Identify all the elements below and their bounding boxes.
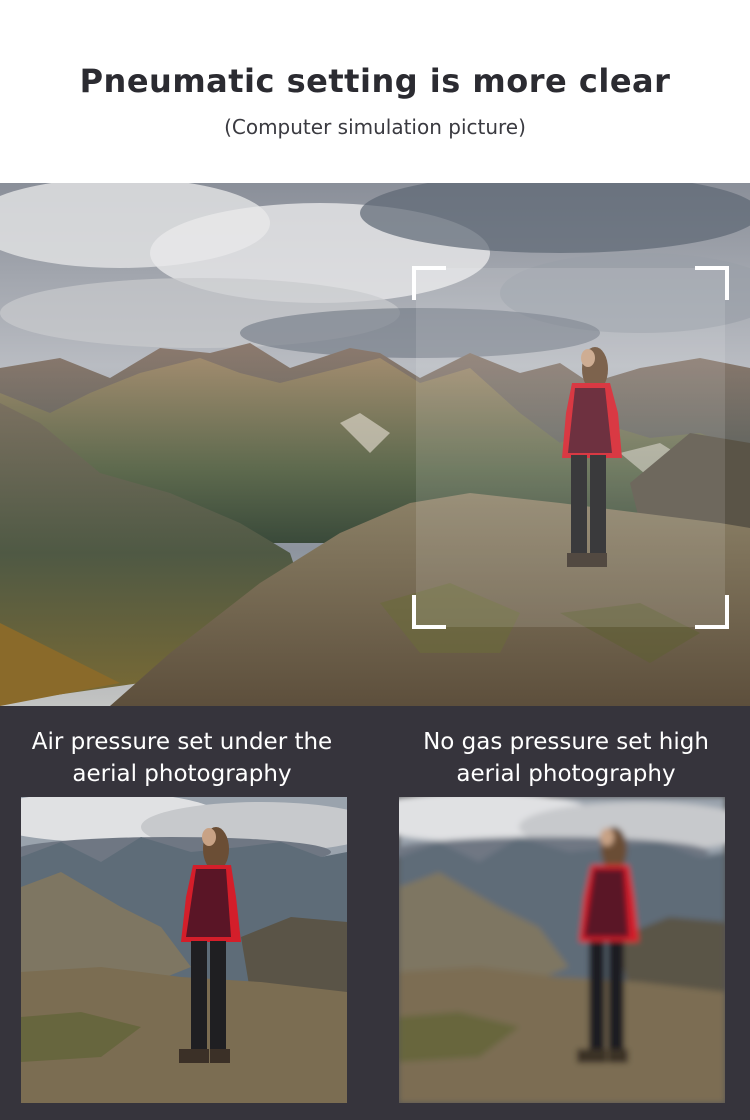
- page-subtitle: (Computer simulation picture): [224, 115, 526, 139]
- hero-landscape-image: [0, 183, 750, 706]
- left-caption-line1: Air pressure set under the: [31, 729, 333, 755]
- blurry-landscape-image: [399, 797, 725, 1103]
- blurry-photo: [399, 797, 725, 1103]
- focus-area: [416, 268, 725, 627]
- hero-photo: [0, 183, 750, 706]
- left-caption: Air pressure set under the aerial photog…: [12, 726, 352, 790]
- sharp-photo: [21, 797, 347, 1103]
- right-caption-line1: No gas pressure set high: [423, 729, 709, 755]
- header: Pneumatic setting is more clear (Compute…: [0, 0, 750, 183]
- sharp-landscape-image: [21, 797, 347, 1103]
- right-caption-line2: aerial photography: [456, 761, 676, 787]
- comparison-panel: Air pressure set under the aerial photog…: [0, 706, 750, 1120]
- left-caption-line2: aerial photography: [72, 761, 292, 787]
- right-caption: No gas pressure set high aerial photogra…: [396, 726, 736, 790]
- page-title: Pneumatic setting is more clear: [79, 62, 671, 100]
